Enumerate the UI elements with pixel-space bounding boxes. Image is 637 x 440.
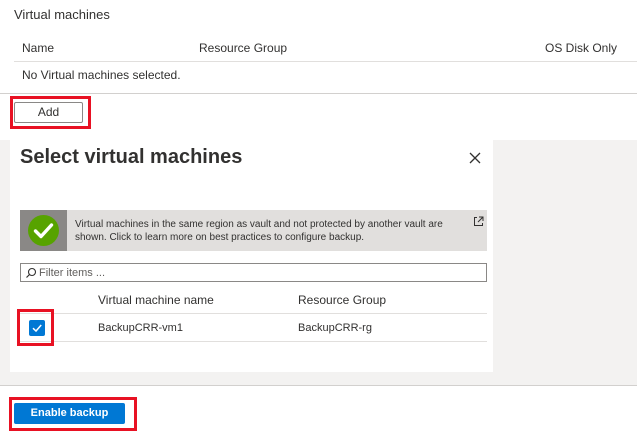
section-title: Virtual machines xyxy=(14,7,110,22)
empty-message: No Virtual machines selected. xyxy=(22,68,181,82)
external-link-icon[interactable] xyxy=(473,216,484,227)
info-text: Virtual machines in the same region as v… xyxy=(75,219,443,243)
column-header-vm-name[interactable]: Virtual machine name xyxy=(98,293,214,307)
column-header-resource-group[interactable]: Resource Group xyxy=(199,41,287,55)
filter-input[interactable] xyxy=(39,264,479,281)
virtual-machines-panel: Virtual machines Name Resource Group OS … xyxy=(0,0,637,94)
info-bar[interactable]: Virtual machines in the same region as v… xyxy=(20,210,487,251)
blade-title: Select virtual machines xyxy=(20,146,243,168)
info-icon-block xyxy=(20,210,67,251)
column-header-resource-group[interactable]: Resource Group xyxy=(298,293,386,307)
add-area: Add xyxy=(0,94,637,140)
close-icon[interactable] xyxy=(465,148,485,168)
page-root: Virtual machines Name Resource Group OS … xyxy=(0,0,637,440)
add-button[interactable]: Add xyxy=(14,102,83,123)
filter-box xyxy=(20,263,487,282)
resource-group-cell: BackupCRR-rg xyxy=(298,322,372,334)
row-checkbox[interactable] xyxy=(29,320,45,336)
select-vms-blade: Select virtual machines Virtual machines… xyxy=(10,140,493,372)
checkmark-icon xyxy=(32,324,42,333)
column-header-os-disk-only[interactable]: OS Disk Only xyxy=(545,41,617,55)
column-header-name[interactable]: Name xyxy=(22,41,54,55)
search-icon xyxy=(26,267,37,278)
vm-name-cell: BackupCRR-vm1 xyxy=(98,322,183,334)
vm-grid-header: Name Resource Group OS Disk Only xyxy=(14,38,637,62)
footer: Enable backup xyxy=(0,385,637,440)
table-row[interactable]: BackupCRR-vm1 BackupCRR-rg xyxy=(17,309,487,346)
enable-backup-button[interactable]: Enable backup xyxy=(14,403,125,424)
vm-selection-header: Virtual machine name Resource Group xyxy=(20,288,487,314)
checkmark-circle-icon xyxy=(28,215,59,246)
